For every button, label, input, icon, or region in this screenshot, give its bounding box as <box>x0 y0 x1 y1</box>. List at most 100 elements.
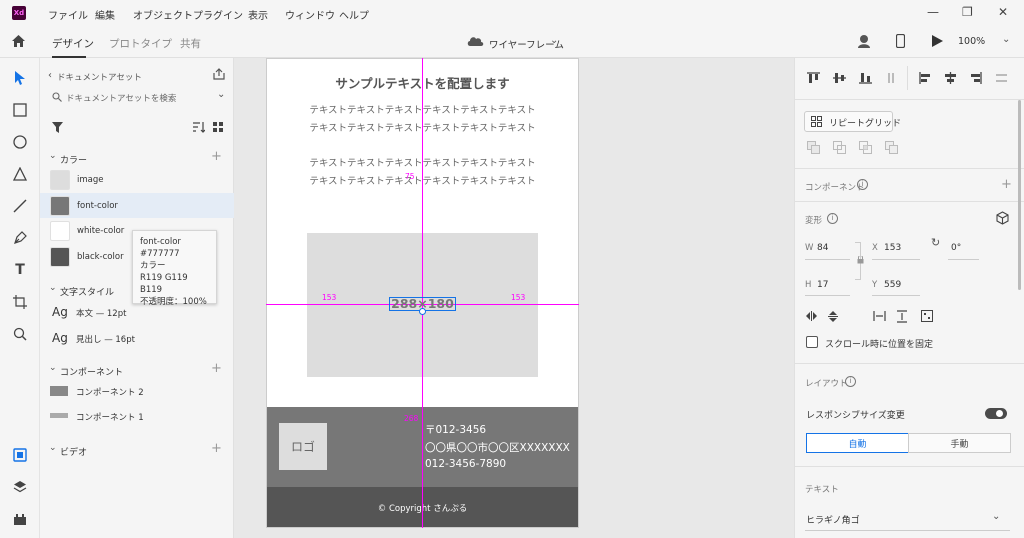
info-icon[interactable]: i <box>845 376 856 387</box>
export-icon[interactable] <box>213 68 225 80</box>
play-icon[interactable] <box>932 35 943 47</box>
sort-icon[interactable] <box>193 121 205 133</box>
artboard-tool-icon[interactable] <box>10 292 30 312</box>
color-swatch-white[interactable] <box>50 221 70 241</box>
minimize-icon[interactable]: — <box>927 5 939 19</box>
grid-view-icon[interactable] <box>213 122 223 132</box>
color-name-white[interactable]: white-color <box>77 226 124 236</box>
zoom-level[interactable]: 100% <box>958 36 985 47</box>
height-field[interactable]: 17 <box>817 280 828 290</box>
menu-window[interactable]: ウィンドウ <box>285 7 335 22</box>
font-dropdown-icon[interactable]: ⌄ <box>992 511 1000 522</box>
line-tool-icon[interactable] <box>10 196 30 216</box>
boolean-exclude-icon[interactable] <box>885 141 898 154</box>
lock-aspect-icon[interactable] <box>857 256 864 264</box>
menu-help[interactable]: ヘルプ <box>339 7 369 22</box>
distribute-horizontal-icon[interactable] <box>995 72 1008 84</box>
3d-transform-icon[interactable] <box>996 211 1009 225</box>
components-collapse-icon[interactable]: ⌄ <box>49 363 57 373</box>
pen-tool-icon[interactable] <box>10 228 30 248</box>
search-dropdown-icon[interactable]: ⌄ <box>217 89 225 100</box>
footer-postal[interactable]: 〒012-3456 <box>425 422 486 437</box>
menu-edit[interactable]: 編集 <box>95 7 115 22</box>
zoom-tool-icon[interactable] <box>10 324 30 344</box>
menu-file[interactable]: ファイル <box>48 7 88 22</box>
tab-design[interactable]: デザイン <box>52 36 94 51</box>
assets-back-label[interactable]: ドキュメントアセット <box>57 71 142 83</box>
panel-scrollbar[interactable] <box>1018 100 1021 290</box>
user-icon[interactable] <box>857 34 871 48</box>
add-video-icon[interactable]: + <box>211 441 222 456</box>
tab-prototype[interactable]: プロトタイプ <box>109 36 172 51</box>
ellipse-tool-icon[interactable] <box>10 132 30 152</box>
component-item-2[interactable]: コンポーネント 2 <box>76 386 144 398</box>
guide-distance-left: 153 <box>322 293 337 302</box>
char-style-body[interactable]: 本文 — 12pt <box>76 307 126 319</box>
text-section-label: テキスト <box>805 485 839 495</box>
zoom-dropdown-icon[interactable]: ⌄ <box>1002 34 1010 45</box>
add-component-icon[interactable]: + <box>211 361 222 376</box>
restore-icon[interactable]: ❐ <box>962 5 973 19</box>
y-field[interactable]: 559 <box>884 280 901 290</box>
fixed-height-icon[interactable] <box>897 310 907 323</box>
selection-handle[interactable] <box>419 308 426 315</box>
fix-scroll-checkbox[interactable] <box>806 336 818 348</box>
align-middle-icon[interactable] <box>833 72 846 84</box>
mobile-preview-icon[interactable] <box>896 34 905 48</box>
color-name-black[interactable]: black-color <box>77 252 124 262</box>
footer-logo[interactable]: ロゴ <box>279 423 327 470</box>
char-styles-collapse-icon[interactable]: ⌄ <box>49 283 57 293</box>
menu-view[interactable]: 表示 <box>248 7 268 22</box>
align-left-icon[interactable] <box>919 72 932 84</box>
align-right-icon[interactable] <box>969 72 982 84</box>
chevron-down-icon[interactable]: ⌄ <box>550 35 558 46</box>
flip-horizontal-icon[interactable] <box>805 311 818 321</box>
video-collapse-icon[interactable]: ⌄ <box>49 443 57 453</box>
add-color-icon[interactable]: + <box>211 149 222 164</box>
flip-vertical-icon[interactable] <box>828 310 838 323</box>
boolean-add-icon[interactable] <box>807 141 820 154</box>
info-icon[interactable]: i <box>827 213 838 224</box>
plugins-panel-icon[interactable] <box>10 509 30 529</box>
guide-distance-top: 75 <box>405 172 415 181</box>
char-style-heading[interactable]: 見出し — 16pt <box>76 333 135 345</box>
info-icon[interactable]: i <box>857 179 868 190</box>
polygon-tool-icon[interactable] <box>10 164 30 184</box>
align-bottom-icon[interactable] <box>859 72 872 84</box>
distribute-vertical-icon[interactable] <box>887 72 895 84</box>
x-label: X <box>872 243 878 253</box>
colors-collapse-icon[interactable]: ⌄ <box>49 151 57 161</box>
add-component-state-icon[interactable]: + <box>1001 177 1012 192</box>
footer-address[interactable]: 〇〇県〇〇市〇〇区XXXXXXX <box>425 440 570 455</box>
home-icon[interactable] <box>11 34 26 48</box>
close-icon[interactable]: ✕ <box>998 5 1008 19</box>
fixed-width-icon[interactable] <box>873 311 886 321</box>
select-tool-icon[interactable] <box>10 68 30 88</box>
search-input[interactable]: ドキュメントアセットを検索 <box>66 92 176 104</box>
color-swatch-black[interactable] <box>50 247 70 267</box>
tab-share[interactable]: 共有 <box>180 36 201 51</box>
footer-phone[interactable]: 012-3456-7890 <box>425 458 506 470</box>
font-family-dropdown[interactable]: ヒラギノ角ゴ <box>806 513 860 526</box>
boolean-subtract-icon[interactable] <box>833 141 846 154</box>
resize-auto-button[interactable]: 自動 <box>806 433 909 453</box>
rotation-field[interactable]: 0° <box>951 243 961 253</box>
rotation-icon[interactable]: ↻ <box>931 236 940 249</box>
text-tool-icon[interactable]: T <box>10 260 30 280</box>
color-swatch-image <box>50 170 70 190</box>
filter-icon[interactable] <box>52 122 63 133</box>
scale-icon[interactable] <box>921 310 933 322</box>
assets-panel-icon[interactable] <box>10 445 30 465</box>
rectangle-tool-icon[interactable] <box>10 100 30 120</box>
align-center-icon[interactable] <box>944 72 957 84</box>
menu-plugins[interactable]: プラグイン <box>193 7 243 22</box>
x-field[interactable]: 153 <box>884 243 901 253</box>
boolean-intersect-icon[interactable] <box>859 141 872 154</box>
component-item-1[interactable]: コンポーネント 1 <box>76 411 144 423</box>
back-chevron-icon[interactable]: ‹ <box>48 70 52 81</box>
align-top-icon[interactable] <box>807 72 820 84</box>
resize-manual-button[interactable]: 手動 <box>908 433 1011 453</box>
layers-panel-icon[interactable] <box>10 477 30 497</box>
width-field[interactable]: 84 <box>817 243 828 253</box>
menu-object[interactable]: オブジェクト <box>133 7 193 22</box>
